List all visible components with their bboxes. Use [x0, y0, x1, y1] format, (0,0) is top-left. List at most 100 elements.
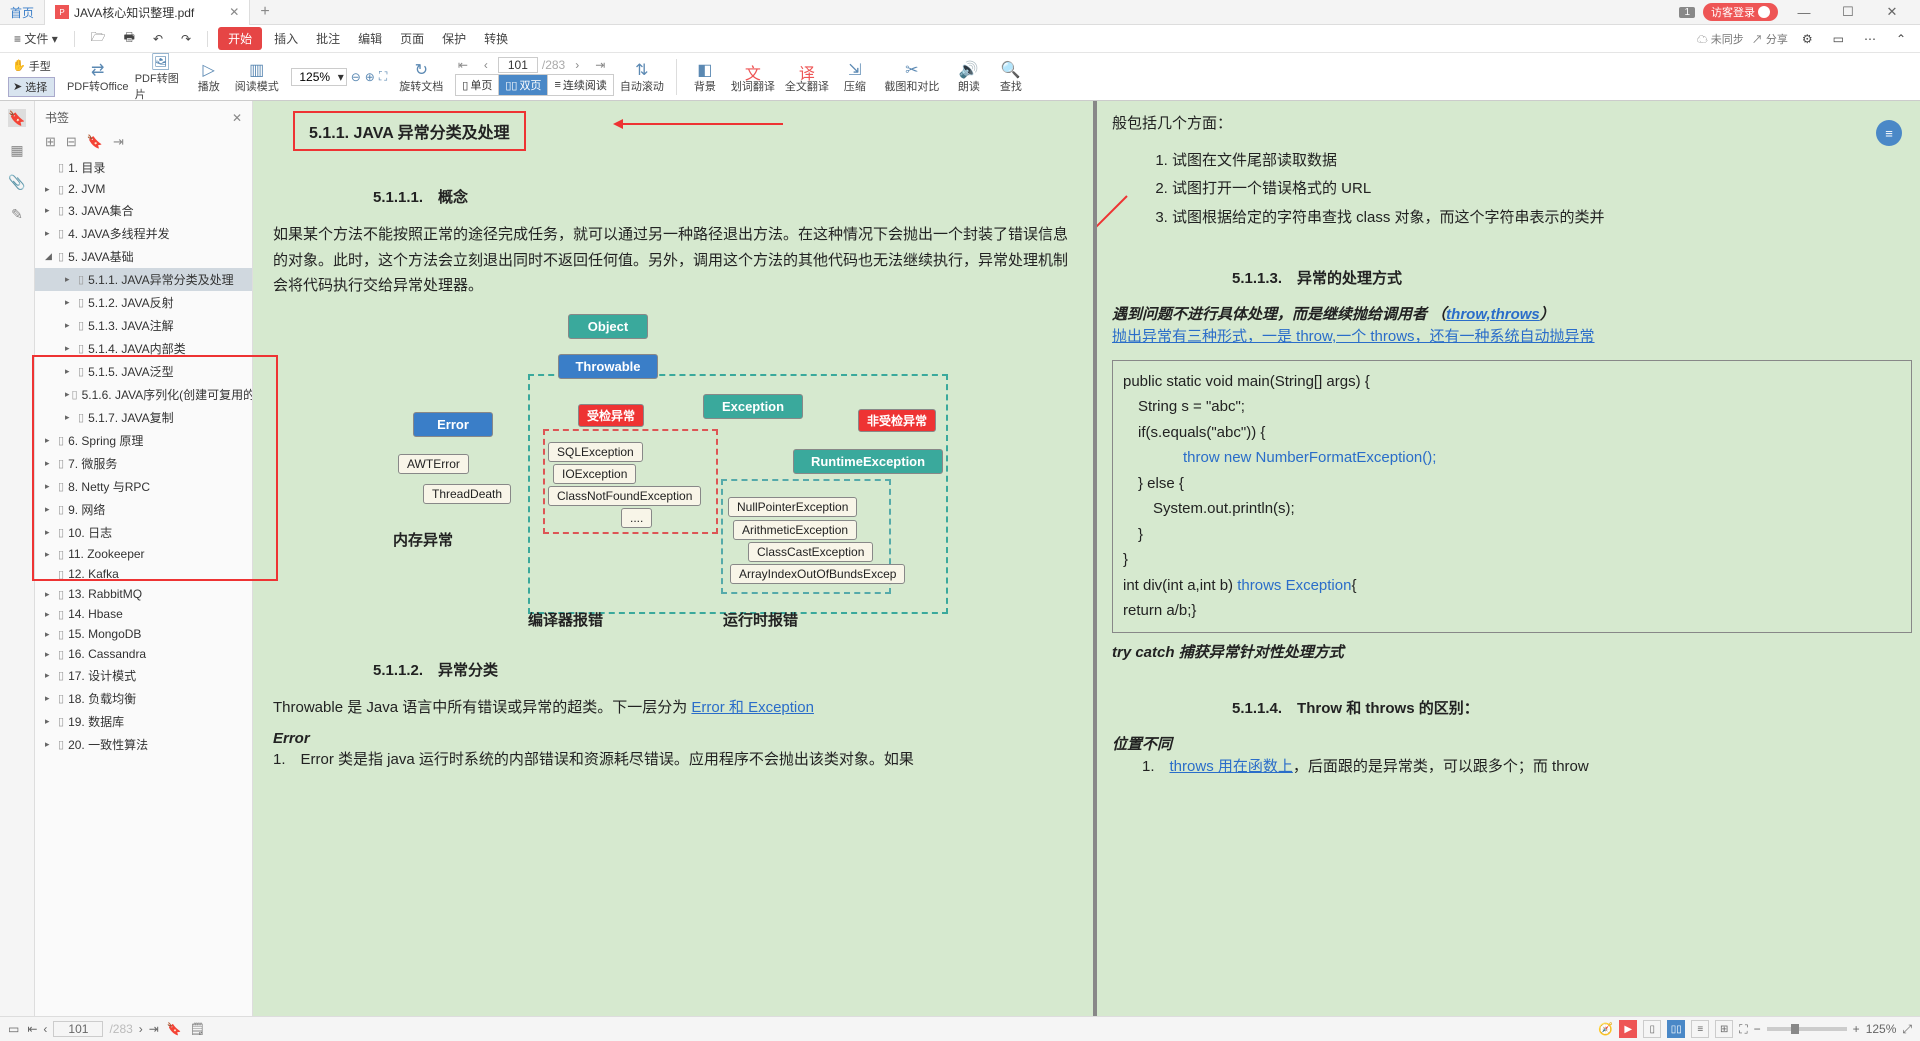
bookmark-node[interactable]: ▸▯7. 微服务: [35, 452, 252, 475]
find-button[interactable]: 🔍查找: [991, 60, 1031, 94]
bookmark-node[interactable]: ▸▯17. 设计模式: [35, 664, 252, 687]
status-red-icon[interactable]: ▶: [1619, 1020, 1637, 1038]
status-view-4[interactable]: ⊞: [1715, 1020, 1733, 1038]
status-zoom-in[interactable]: +: [1853, 1022, 1860, 1036]
bookmark-node[interactable]: ▸▯5.1.1. JAVA异常分类及处理: [35, 268, 252, 291]
bookmark-node[interactable]: ▸▯19. 数据库: [35, 710, 252, 733]
content-area[interactable]: 5.1.1. JAVA 异常分类及处理 5.1.1.1. 概念 如果某个方法不能…: [253, 101, 1920, 1016]
collapse-icon[interactable]: ▭: [1827, 30, 1850, 48]
bookmark-node[interactable]: ▸▯5.1.5. JAVA泛型: [35, 360, 252, 383]
bookmark-node[interactable]: ▸▯11. Zookeeper: [35, 544, 252, 564]
rotate-button[interactable]: ↻旋转文档: [395, 60, 447, 94]
bookmark-node[interactable]: ▸▯2. JVM: [35, 179, 252, 199]
signature-icon[interactable]: ✎: [8, 205, 26, 223]
read-mode[interactable]: ▥阅读模式: [231, 60, 283, 94]
bookmark-node[interactable]: ◢▯5. JAVA基础: [35, 245, 252, 268]
bookmark-node[interactable]: ▸▯13. RabbitMQ: [35, 584, 252, 604]
background[interactable]: ◧背景: [685, 60, 725, 94]
menu-convert[interactable]: 转换: [478, 28, 514, 49]
menu-insert[interactable]: 插入: [268, 28, 304, 49]
view-double[interactable]: ▯▯ 双页: [499, 75, 548, 95]
status-compass-icon[interactable]: 🧭: [1598, 1022, 1613, 1036]
bookmark-node[interactable]: ▸▯6. Spring 原理: [35, 429, 252, 452]
float-action-button[interactable]: ≡: [1876, 120, 1902, 146]
thumbnail-icon[interactable]: ▦: [8, 141, 26, 159]
zoom-out-icon[interactable]: ⊖: [351, 70, 361, 84]
bookmark-node[interactable]: ▸▯9. 网络: [35, 498, 252, 521]
status-fit-icon[interactable]: ⛶: [1739, 1022, 1747, 1037]
bookmark-node[interactable]: ▸▯5.1.3. JAVA注解: [35, 314, 252, 337]
bookmark-node[interactable]: ▸▯15. MongoDB: [35, 624, 252, 644]
status-first[interactable]: ⇤: [27, 1022, 37, 1036]
status-note-icon[interactable]: 🗒: [190, 1022, 205, 1036]
bookmark-node[interactable]: ▸▯20. 一致性算法: [35, 733, 252, 756]
tab-file[interactable]: P JAVA核心知识整理.pdf ✕: [45, 0, 250, 25]
status-view-2[interactable]: ▯▯: [1667, 1020, 1685, 1038]
status-bookmark-icon[interactable]: 🔖: [167, 1022, 182, 1036]
share-button[interactable]: ↗ 分享: [1752, 31, 1788, 47]
zoom-in-icon[interactable]: ⊕: [365, 70, 375, 84]
screenshot-compare[interactable]: ✂截图和对比: [877, 60, 947, 94]
login-button[interactable]: 访客登录: [1703, 3, 1778, 21]
notification-badge[interactable]: 1: [1679, 7, 1695, 18]
status-view-3[interactable]: ≡: [1691, 1020, 1709, 1038]
sync-status[interactable]: ☁ 未同步: [1697, 31, 1744, 47]
bookmark-node[interactable]: ▯1. 目录: [35, 156, 252, 179]
bookmark-icon[interactable]: 🔖: [8, 109, 26, 127]
bookmark-node[interactable]: ▸▯5.1.6. JAVA序列化(创建可复用的Java对象): [35, 383, 252, 406]
menu-annotate[interactable]: 批注: [310, 28, 346, 49]
select-tool[interactable]: ➤ 选择: [8, 77, 55, 97]
add-bookmark-icon[interactable]: 🔖: [87, 134, 103, 150]
bookmark-node[interactable]: ▸▯18. 负载均衡: [35, 687, 252, 710]
menu-protect[interactable]: 保护: [436, 28, 472, 49]
bookmark-node[interactable]: ▸▯3. JAVA集合: [35, 199, 252, 222]
menu-hamburger[interactable]: ≡ 文件 ▾: [8, 28, 64, 49]
page-last[interactable]: ⇥: [589, 58, 611, 72]
full-translate[interactable]: 译全文翻译: [781, 60, 833, 94]
status-zoom-out[interactable]: −: [1754, 1022, 1761, 1036]
more-icon[interactable]: ⋯: [1858, 30, 1882, 48]
compress[interactable]: ⇲压缩: [835, 60, 875, 94]
page-next[interactable]: ›: [569, 58, 585, 72]
zoom-input[interactable]: ▾: [291, 68, 347, 86]
redo-icon[interactable]: ↷: [175, 30, 197, 48]
open-icon[interactable]: 🗁: [85, 26, 112, 51]
menu-page[interactable]: 页面: [394, 28, 430, 49]
pdf-to-image[interactable]: 🖼PDF转图片: [135, 52, 187, 102]
settings-icon[interactable]: ⚙: [1796, 30, 1819, 48]
page-first[interactable]: ⇤: [452, 58, 474, 72]
status-next[interactable]: ›: [139, 1022, 143, 1036]
status-prev[interactable]: ‹: [43, 1022, 47, 1036]
zoom-slider[interactable]: [1767, 1027, 1847, 1031]
bookmark-node[interactable]: ▸▯5.1.4. JAVA内部类: [35, 337, 252, 360]
window-close[interactable]: ✕: [1874, 4, 1910, 20]
pdf-to-office[interactable]: ⇄PDF转Office: [63, 60, 133, 94]
hand-tool[interactable]: ✋ 手型: [8, 57, 55, 75]
goto-bookmark-icon[interactable]: ⇥: [113, 134, 124, 150]
status-menu-icon[interactable]: ▭: [8, 1022, 19, 1036]
bookmark-node[interactable]: ▯12. Kafka: [35, 564, 252, 584]
status-expand-icon[interactable]: ⤢: [1902, 1022, 1912, 1037]
view-single[interactable]: ▯ 单页: [456, 75, 499, 95]
status-page-input[interactable]: 101: [53, 1021, 103, 1037]
bookmark-node[interactable]: ▸▯5.1.2. JAVA反射: [35, 291, 252, 314]
page-prev[interactable]: ‹: [478, 58, 494, 72]
play-button[interactable]: ▷播放: [189, 60, 229, 94]
window-maximize[interactable]: ☐: [1830, 4, 1866, 20]
undo-icon[interactable]: ↶: [147, 30, 169, 48]
bookmark-node[interactable]: ▸▯4. JAVA多线程并发: [35, 222, 252, 245]
page-input[interactable]: 101: [498, 57, 538, 73]
bookmark-node[interactable]: ▸▯10. 日志: [35, 521, 252, 544]
status-last[interactable]: ⇥: [149, 1022, 159, 1036]
word-translate[interactable]: 文划词翻译: [727, 60, 779, 94]
zoom-fit-icon[interactable]: ⛶: [379, 69, 387, 84]
auto-scroll[interactable]: ⇅自动滚动: [616, 60, 668, 94]
chevron-up-icon[interactable]: ⌃: [1890, 30, 1912, 48]
expand-all-icon[interactable]: ⊞: [45, 134, 56, 150]
tab-close-icon[interactable]: ✕: [229, 5, 239, 19]
bookmark-node[interactable]: ▸▯14. Hbase: [35, 604, 252, 624]
window-minimize[interactable]: —: [1786, 5, 1822, 20]
bookmark-node[interactable]: ▸▯8. Netty 与RPC: [35, 475, 252, 498]
sidebar-close-icon[interactable]: ✕: [232, 111, 242, 125]
menu-edit[interactable]: 编辑: [352, 28, 388, 49]
